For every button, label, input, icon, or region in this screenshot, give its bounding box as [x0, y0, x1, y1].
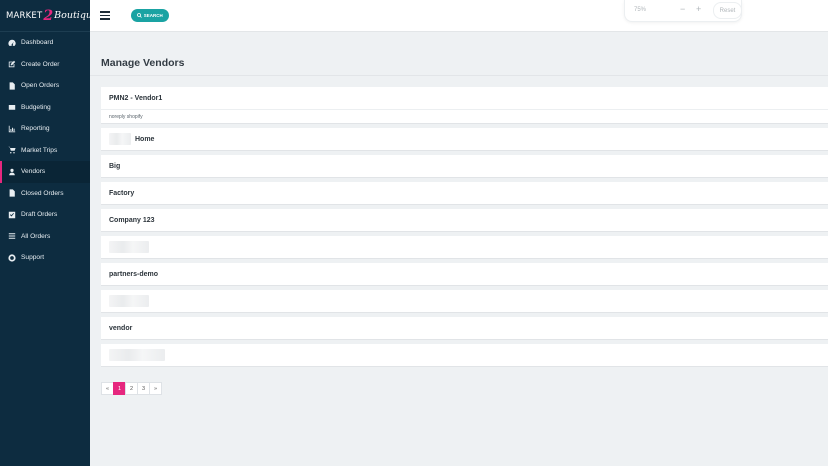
divider	[90, 75, 828, 76]
zoom-panel: 75% − + Reset	[624, 0, 742, 22]
file-icon	[7, 189, 16, 198]
vendor-row[interactable]: Big	[101, 155, 828, 178]
sidebar-item-draft-orders[interactable]: Draft Orders	[0, 204, 90, 226]
sidebar-item-label: All Orders	[21, 232, 51, 240]
pagination: « 1 2 3 »	[101, 382, 162, 395]
sidebar-item-create-order[interactable]: Create Order	[0, 54, 90, 76]
vendor-name: Company 123	[109, 216, 155, 224]
vendor-name: Home	[135, 135, 155, 143]
vendor-row[interactable]	[101, 236, 828, 259]
sidebar: MARKET 2 Boutique Dashboard Create Order…	[0, 0, 98, 466]
vendor-row[interactable]: Company 123	[101, 209, 828, 232]
zoom-level: 75%	[634, 7, 647, 13]
vendor-name: partners-demo	[109, 270, 159, 278]
vendor-name: PMN2 - Vendor1	[109, 94, 163, 102]
vendor-list: PMN2 - Vendor1 noreply shopify Home Big …	[101, 87, 828, 371]
sidebar-item-market-trips[interactable]: Market Trips	[0, 140, 90, 162]
vendor-name: Factory	[109, 189, 135, 197]
sidebar-item-label: Closed Orders	[21, 189, 64, 197]
vendor-subtitle: noreply shopify	[101, 109, 828, 123]
main-content: Manage Vendors PMN2 - Vendor1 noreply sh…	[90, 32, 828, 466]
logo-text-2: 2	[43, 7, 54, 24]
checkbox-icon	[7, 210, 16, 219]
sidebar-item-label: Market Trips	[21, 146, 58, 154]
vendor-logo-image	[109, 133, 131, 145]
sidebar-item-open-orders[interactable]: Open Orders	[0, 75, 90, 97]
sidebar-item-closed-orders[interactable]: Closed Orders	[0, 183, 90, 205]
vendor-logo-image	[109, 295, 149, 307]
page-title: Manage Vendors	[101, 57, 185, 69]
support-icon	[7, 253, 16, 262]
menu-toggle-icon[interactable]	[100, 11, 110, 20]
vendor-row[interactable]	[101, 290, 828, 313]
sidebar-item-label: Draft Orders	[21, 211, 58, 219]
sidebar-item-budgeting[interactable]: Budgeting	[0, 97, 90, 119]
vendor-name: Big	[109, 162, 121, 170]
sidebar-item-label: Open Orders	[21, 82, 60, 90]
sidebar-item-label: Vendors	[21, 168, 46, 176]
search-button[interactable]: SEARCH	[131, 9, 169, 22]
sidebar-item-dashboard[interactable]: Dashboard	[0, 32, 90, 54]
logo-text-market: MARKET	[6, 10, 43, 21]
sidebar-item-reporting[interactable]: Reporting	[0, 118, 90, 140]
logo[interactable]: MARKET 2 Boutique	[0, 0, 98, 32]
sidebar-nav: Dashboard Create Order Open Orders Budge…	[0, 32, 90, 269]
vendor-row[interactable]: Home	[101, 128, 828, 151]
vendor-row[interactable]: Factory	[101, 182, 828, 205]
sidebar-item-vendors[interactable]: Vendors	[0, 161, 90, 183]
sidebar-item-all-orders[interactable]: All Orders	[0, 226, 90, 248]
search-icon	[137, 13, 143, 18]
file-icon	[7, 81, 16, 90]
vendor-logo-image	[109, 241, 149, 253]
dashboard-icon	[7, 38, 16, 47]
chart-icon	[7, 124, 16, 133]
list-icon	[7, 232, 16, 241]
vendor-row[interactable]	[101, 344, 828, 367]
vendor-logo-image	[109, 349, 165, 361]
vendor-row[interactable]: partners-demo	[101, 263, 828, 286]
budget-icon	[7, 103, 16, 112]
vendor-name: vendor	[109, 324, 133, 332]
sidebar-item-support[interactable]: Support	[0, 247, 90, 269]
pagination-next[interactable]: »	[149, 382, 162, 395]
sidebar-item-label: Budgeting	[21, 103, 51, 111]
sidebar-item-label: Dashboard	[21, 39, 54, 47]
cart-icon	[7, 146, 16, 155]
vendor-row[interactable]: vendor	[101, 317, 828, 340]
edit-icon	[7, 60, 16, 69]
zoom-out-button[interactable]: −	[680, 4, 685, 14]
sidebar-item-label: Support	[21, 254, 45, 262]
topbar: SEARCH 75% − + Reset	[90, 0, 828, 32]
zoom-reset-button[interactable]: Reset	[713, 2, 742, 19]
search-button-label: SEARCH	[143, 13, 163, 18]
sidebar-item-label: Create Order	[21, 60, 60, 68]
vendor-row[interactable]: PMN2 - Vendor1 noreply shopify	[101, 87, 828, 124]
zoom-in-button[interactable]: +	[696, 4, 701, 14]
user-icon	[7, 167, 16, 176]
sidebar-item-label: Reporting	[21, 125, 50, 133]
